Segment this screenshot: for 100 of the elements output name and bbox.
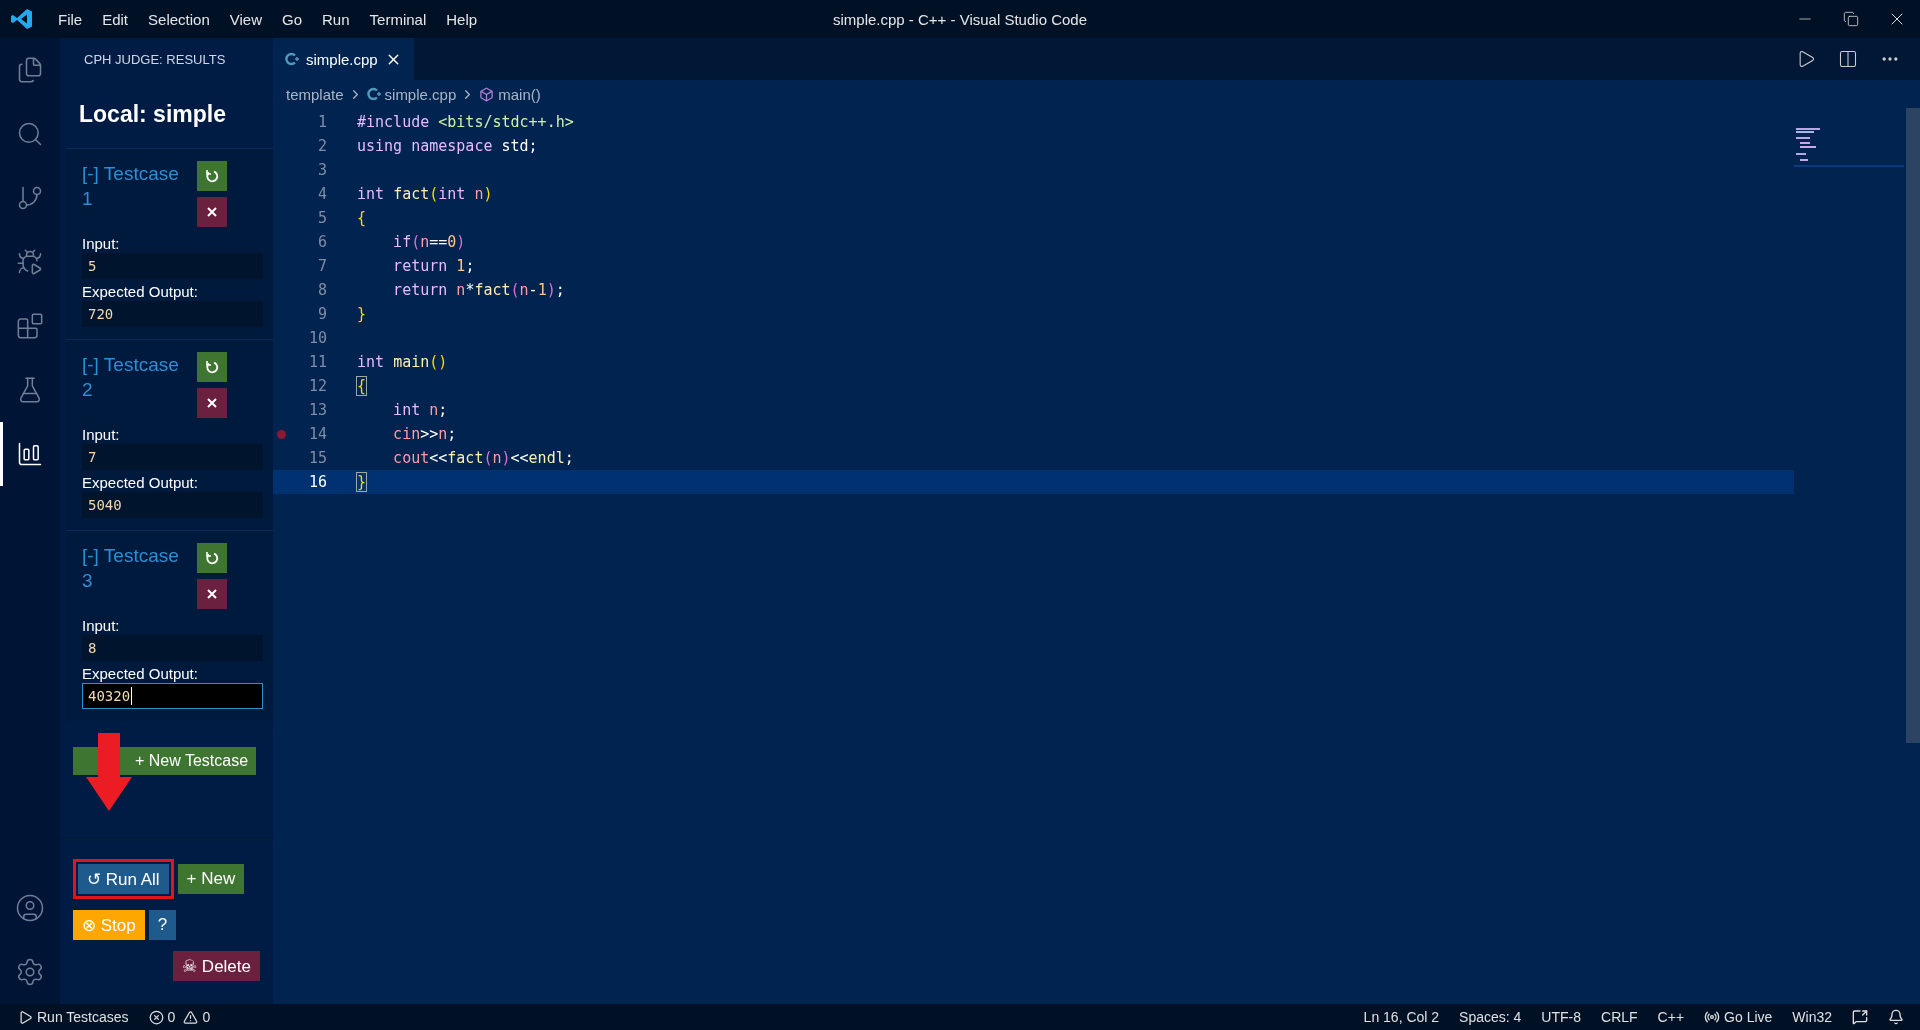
expected-output-label: Expected Output: bbox=[82, 283, 199, 300]
feedback-icon[interactable] bbox=[1852, 1009, 1868, 1025]
line-number: 6 bbox=[317, 233, 327, 251]
bell-icon[interactable] bbox=[1888, 1009, 1904, 1025]
line-number: 5 bbox=[317, 209, 327, 227]
menu-item[interactable]: File bbox=[48, 10, 93, 28]
testcase-title[interactable]: [-] Testcase 3 bbox=[82, 543, 186, 609]
line-number: 13 bbox=[308, 401, 327, 419]
rerun-icon bbox=[205, 551, 219, 565]
menu-item[interactable]: Help bbox=[436, 10, 488, 28]
panel-header: CPH JUDGE: RESULTS bbox=[83, 50, 227, 69]
rerun-icon bbox=[205, 360, 219, 374]
cpp-file-icon bbox=[285, 52, 299, 66]
minimap[interactable] bbox=[1794, 128, 1904, 168]
warning-icon bbox=[183, 1009, 199, 1025]
cpp-file-icon bbox=[366, 87, 381, 101]
input-field[interactable]: 7 bbox=[82, 444, 263, 470]
status-item[interactable]: UTF-8 bbox=[1541, 1009, 1582, 1025]
editor-tab[interactable]: simple.cpp bbox=[273, 38, 414, 80]
menu-item[interactable]: Go bbox=[272, 10, 312, 28]
cube-icon bbox=[479, 86, 495, 102]
breakpoint-dot[interactable] bbox=[277, 429, 286, 439]
status-item[interactable]: 0 bbox=[183, 1009, 211, 1025]
status-item[interactable]: Go Live bbox=[1704, 1009, 1773, 1025]
delete-testcase-button[interactable] bbox=[197, 388, 227, 418]
status-item[interactable]: Spaces: 4 bbox=[1459, 1009, 1522, 1025]
status-item[interactable]: Ln 16, Col 2 bbox=[1363, 1009, 1440, 1025]
code-line: int n; bbox=[392, 401, 448, 419]
action-button[interactable]: ? bbox=[148, 910, 177, 940]
action-button[interactable]: ☠ Delete bbox=[173, 951, 260, 981]
rerun-icon bbox=[205, 169, 219, 183]
code-line: return n*fact(n-1); bbox=[392, 281, 565, 299]
line-number: 16 bbox=[308, 473, 327, 491]
input-label: Input: bbox=[82, 426, 121, 443]
close-icon bbox=[207, 207, 217, 217]
code-line: } bbox=[357, 305, 367, 323]
breadcrumb[interactable]: simple.cpp bbox=[384, 85, 457, 103]
input-label: Input: bbox=[82, 235, 121, 252]
testcase-title[interactable]: [-] Testcase 1 bbox=[82, 161, 186, 227]
split-editor-icon[interactable] bbox=[1838, 49, 1858, 69]
expected-output-field[interactable]: 5040 bbox=[82, 492, 263, 518]
close-icon bbox=[207, 398, 217, 408]
status-item[interactable]: C++ bbox=[1657, 1009, 1685, 1025]
input-field[interactable]: 5 bbox=[82, 253, 263, 279]
status-item[interactable]: 0 bbox=[148, 1009, 176, 1025]
rerun-button[interactable] bbox=[197, 161, 227, 191]
line-number: 1 bbox=[317, 113, 327, 131]
code-line: { bbox=[357, 377, 367, 395]
testcase-title[interactable]: [-] Testcase 2 bbox=[82, 352, 186, 418]
code-line: #include <bits/stdc++.h> bbox=[357, 113, 574, 131]
broadcast-icon bbox=[1704, 1009, 1721, 1025]
line-number: 15 bbox=[308, 449, 327, 467]
code-line: cin>>n; bbox=[392, 425, 457, 443]
line-number: 2 bbox=[317, 137, 327, 155]
code-line: return 1; bbox=[392, 257, 475, 275]
input-field[interactable]: 8 bbox=[82, 635, 263, 661]
status-item[interactable]: Run Testcases bbox=[18, 1009, 129, 1025]
action-button[interactable]: ↺ Run All bbox=[78, 864, 169, 894]
status-item[interactable]: Win32 bbox=[1792, 1009, 1832, 1025]
run-icon bbox=[18, 1009, 33, 1025]
menu-item[interactable]: View bbox=[219, 10, 272, 28]
app-logo-icon bbox=[10, 7, 34, 31]
code-line: { bbox=[357, 209, 367, 227]
line-number: 3 bbox=[317, 161, 327, 179]
code-line: } bbox=[357, 473, 367, 491]
menu-item[interactable]: Selection bbox=[138, 10, 220, 28]
expected-output-label: Expected Output: bbox=[82, 474, 199, 491]
delete-testcase-button[interactable] bbox=[197, 197, 227, 227]
window-title: simple.cpp - C++ - Visual Studio Code bbox=[833, 10, 1087, 28]
menu-item[interactable]: Run bbox=[312, 10, 360, 28]
scrollbar-thumb[interactable] bbox=[1906, 108, 1920, 743]
code-line: int fact(int n) bbox=[357, 185, 493, 203]
delete-testcase-button[interactable] bbox=[197, 579, 227, 609]
input-label: Input: bbox=[82, 617, 121, 634]
menu-item[interactable]: Edit bbox=[92, 10, 139, 28]
rerun-button[interactable] bbox=[197, 352, 227, 382]
expected-output-field[interactable]: 720 bbox=[82, 301, 263, 327]
action-button[interactable]: + New bbox=[177, 864, 245, 894]
line-number: 10 bbox=[308, 329, 327, 347]
line-number: 8 bbox=[317, 281, 327, 299]
line-number: 4 bbox=[317, 185, 327, 203]
panel-title: Local: simple bbox=[78, 99, 227, 129]
code-line: if(n==0) bbox=[392, 233, 466, 251]
line-number: 12 bbox=[308, 377, 327, 395]
expected-output-label: Expected Output: bbox=[82, 665, 199, 682]
rerun-button[interactable] bbox=[197, 543, 227, 573]
line-number: 11 bbox=[308, 353, 327, 371]
breadcrumb[interactable]: main() bbox=[498, 85, 541, 103]
code-line: int main() bbox=[357, 353, 448, 371]
code-line: using namespace std; bbox=[357, 137, 538, 155]
expected-output-field[interactable]: 40320 bbox=[82, 683, 263, 709]
error-icon bbox=[148, 1009, 164, 1025]
close-icon bbox=[207, 589, 217, 599]
line-number: 7 bbox=[317, 257, 327, 275]
line-number: 9 bbox=[317, 305, 327, 323]
breadcrumb[interactable]: template bbox=[286, 85, 344, 103]
line-number: 14 bbox=[308, 425, 327, 443]
status-item[interactable]: CRLF bbox=[1601, 1009, 1638, 1025]
menu-item[interactable]: Terminal bbox=[359, 10, 437, 28]
code-line: cout<<fact(n)<<endl; bbox=[392, 449, 574, 467]
